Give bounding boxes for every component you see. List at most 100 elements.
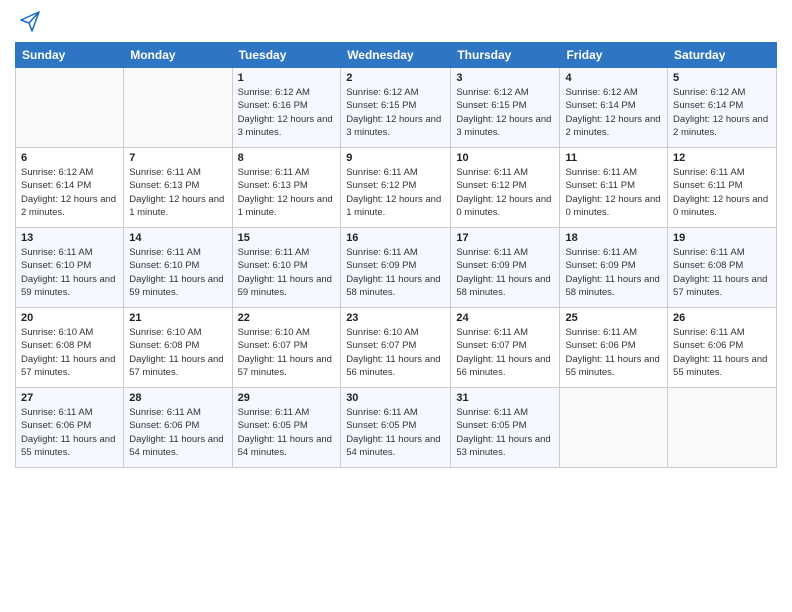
calendar-cell: 17 Sunrise: 6:11 AM Sunset: 6:09 PM Dayli… [451, 228, 560, 308]
calendar-cell: 2 Sunrise: 6:12 AM Sunset: 6:15 PM Daylig… [341, 68, 451, 148]
day-info: Sunrise: 6:11 AM Sunset: 6:08 PM Dayligh… [673, 246, 771, 299]
day-number: 7 [129, 152, 226, 164]
calendar-day-header: Wednesday [341, 43, 451, 68]
calendar-cell: 9Sunrise: 6:11 AM Sunset: 6:12 PM Daylig… [341, 148, 451, 228]
day-number: 16 [346, 232, 445, 244]
day-info: Sunrise: 6:12 AM Sunset: 6:14 PM Dayligh… [21, 166, 118, 219]
day-info: Sunrise: 6:11 AM Sunset: 6:06 PM Dayligh… [21, 406, 118, 459]
day-number: 17 [456, 232, 554, 244]
page: SundayMondayTuesdayWednesdayThursdayFrid… [0, 0, 792, 612]
calendar-cell: 8 Sunrise: 6:11 AM Sunset: 6:13 PM Daylig… [232, 148, 341, 228]
calendar-day-header: Tuesday [232, 43, 341, 68]
calendar-cell: 6 Sunrise: 6:12 AM Sunset: 6:14 PM Daylig… [16, 148, 124, 228]
calendar-cell: 15Sunrise: 6:11 AM Sunset: 6:10 PM Dayli… [232, 228, 341, 308]
calendar-table: SundayMondayTuesdayWednesdayThursdayFrid… [15, 42, 777, 468]
day-number: 21 [129, 312, 226, 324]
day-info: Sunrise: 6:11 AM Sunset: 6:06 PM Dayligh… [673, 326, 771, 379]
calendar-day-header: Saturday [668, 43, 777, 68]
calendar-cell: 12 Sunrise: 6:11 AM Sunset: 6:11 PM Dayli… [668, 148, 777, 228]
calendar-cell: 24 Sunrise: 6:11 AM Sunset: 6:07 PM Dayli… [451, 308, 560, 388]
day-info: Sunrise: 6:12 AM Sunset: 6:15 PM Dayligh… [346, 86, 445, 139]
day-info: Sunrise: 6:11 AM Sunset: 6:13 PM Dayligh… [129, 166, 226, 219]
day-info: Sunrise: 6:11 AM Sunset: 6:05 PM Dayligh… [346, 406, 445, 459]
header [15, 10, 777, 34]
day-info: Sunrise: 6:11 AM Sunset: 6:12 PM Dayligh… [456, 166, 554, 219]
day-number: 27 [21, 392, 118, 404]
calendar-week-row: 20 Sunrise: 6:10 AM Sunset: 6:08 PM Dayli… [16, 308, 777, 388]
calendar-cell: 23Sunrise: 6:10 AM Sunset: 6:07 PM Dayli… [341, 308, 451, 388]
day-info: Sunrise: 6:12 AM Sunset: 6:15 PM Dayligh… [456, 86, 554, 139]
day-number: 4 [565, 72, 662, 84]
day-number: 1 [238, 72, 336, 84]
day-info: Sunrise: 6:11 AM Sunset: 6:09 PM Dayligh… [565, 246, 662, 299]
day-info: Sunrise: 6:12 AM Sunset: 6:16 PM Dayligh… [238, 86, 336, 139]
calendar-cell: 5Sunrise: 6:12 AM Sunset: 6:14 PM Daylig… [668, 68, 777, 148]
day-number: 19 [673, 232, 771, 244]
day-info: Sunrise: 6:10 AM Sunset: 6:08 PM Dayligh… [129, 326, 226, 379]
day-info: Sunrise: 6:11 AM Sunset: 6:05 PM Dayligh… [238, 406, 336, 459]
calendar-cell: 13 Sunrise: 6:11 AM Sunset: 6:10 PM Dayli… [16, 228, 124, 308]
day-info: Sunrise: 6:11 AM Sunset: 6:09 PM Dayligh… [346, 246, 445, 299]
calendar-cell: 11 Sunrise: 6:11 AM Sunset: 6:11 PM Dayli… [560, 148, 668, 228]
day-info: Sunrise: 6:10 AM Sunset: 6:08 PM Dayligh… [21, 326, 118, 379]
day-info: Sunrise: 6:10 AM Sunset: 6:07 PM Dayligh… [238, 326, 336, 379]
day-info: Sunrise: 6:11 AM Sunset: 6:11 PM Dayligh… [565, 166, 662, 219]
day-number: 26 [673, 312, 771, 324]
day-number: 14 [129, 232, 226, 244]
calendar-day-header: Thursday [451, 43, 560, 68]
day-number: 2 [346, 72, 445, 84]
day-number: 8 [238, 152, 336, 164]
logo [15, 10, 41, 34]
day-number: 13 [21, 232, 118, 244]
calendar-week-row: 27 Sunrise: 6:11 AM Sunset: 6:06 PM Dayli… [16, 388, 777, 468]
day-info: Sunrise: 6:11 AM Sunset: 6:11 PM Dayligh… [673, 166, 771, 219]
day-info: Sunrise: 6:11 AM Sunset: 6:06 PM Dayligh… [565, 326, 662, 379]
day-info: Sunrise: 6:11 AM Sunset: 6:13 PM Dayligh… [238, 166, 336, 219]
day-info: Sunrise: 6:11 AM Sunset: 6:07 PM Dayligh… [456, 326, 554, 379]
day-number: 30 [346, 392, 445, 404]
day-info: Sunrise: 6:11 AM Sunset: 6:09 PM Dayligh… [456, 246, 554, 299]
calendar-cell: 20 Sunrise: 6:10 AM Sunset: 6:08 PM Dayli… [16, 308, 124, 388]
day-number: 24 [456, 312, 554, 324]
calendar-cell: 18 Sunrise: 6:11 AM Sunset: 6:09 PM Dayli… [560, 228, 668, 308]
calendar-week-row: 13 Sunrise: 6:11 AM Sunset: 6:10 PM Dayli… [16, 228, 777, 308]
calendar-cell: 16 Sunrise: 6:11 AM Sunset: 6:09 PM Dayli… [341, 228, 451, 308]
calendar-day-header: Monday [124, 43, 232, 68]
calendar-cell: 26 Sunrise: 6:11 AM Sunset: 6:06 PM Dayli… [668, 308, 777, 388]
calendar-cell: 7 Sunrise: 6:11 AM Sunset: 6:13 PM Daylig… [124, 148, 232, 228]
day-number: 12 [673, 152, 771, 164]
day-number: 10 [456, 152, 554, 164]
calendar-cell [668, 388, 777, 468]
calendar-cell: 30 Sunrise: 6:11 AM Sunset: 6:05 PM Dayli… [341, 388, 451, 468]
day-info: Sunrise: 6:11 AM Sunset: 6:10 PM Dayligh… [129, 246, 226, 299]
day-number: 9 [346, 152, 445, 164]
calendar-day-header: Friday [560, 43, 668, 68]
day-number: 22 [238, 312, 336, 324]
calendar-day-header: Sunday [16, 43, 124, 68]
day-number: 31 [456, 392, 554, 404]
calendar-cell: 14 Sunrise: 6:11 AM Sunset: 6:10 PM Dayli… [124, 228, 232, 308]
day-number: 15 [238, 232, 336, 244]
calendar-week-row: 1 Sunrise: 6:12 AM Sunset: 6:16 PM Daylig… [16, 68, 777, 148]
day-number: 11 [565, 152, 662, 164]
day-number: 29 [238, 392, 336, 404]
day-number: 3 [456, 72, 554, 84]
day-info: Sunrise: 6:12 AM Sunset: 6:14 PM Dayligh… [673, 86, 771, 139]
day-info: Sunrise: 6:11 AM Sunset: 6:10 PM Dayligh… [21, 246, 118, 299]
calendar-cell: 4 Sunrise: 6:12 AM Sunset: 6:14 PM Daylig… [560, 68, 668, 148]
calendar-cell: 3 Sunrise: 6:12 AM Sunset: 6:15 PM Daylig… [451, 68, 560, 148]
day-number: 20 [21, 312, 118, 324]
calendar-cell: 31 Sunrise: 6:11 AM Sunset: 6:05 PM Dayli… [451, 388, 560, 468]
day-number: 6 [21, 152, 118, 164]
day-number: 18 [565, 232, 662, 244]
calendar-cell: 29 Sunrise: 6:11 AM Sunset: 6:05 PM Dayli… [232, 388, 341, 468]
calendar-cell: 27 Sunrise: 6:11 AM Sunset: 6:06 PM Dayli… [16, 388, 124, 468]
calendar-cell: 21 Sunrise: 6:10 AM Sunset: 6:08 PM Dayli… [124, 308, 232, 388]
day-info: Sunrise: 6:11 AM Sunset: 6:05 PM Dayligh… [456, 406, 554, 459]
day-info: Sunrise: 6:12 AM Sunset: 6:14 PM Dayligh… [565, 86, 662, 139]
calendar-week-row: 6 Sunrise: 6:12 AM Sunset: 6:14 PM Daylig… [16, 148, 777, 228]
calendar-cell: 19 Sunrise: 6:11 AM Sunset: 6:08 PM Dayli… [668, 228, 777, 308]
calendar-cell: 28Sunrise: 6:11 AM Sunset: 6:06 PM Dayli… [124, 388, 232, 468]
calendar-cell: 22 Sunrise: 6:10 AM Sunset: 6:07 PM Dayli… [232, 308, 341, 388]
day-info: Sunrise: 6:10 AM Sunset: 6:07 PM Dayligh… [346, 326, 445, 379]
